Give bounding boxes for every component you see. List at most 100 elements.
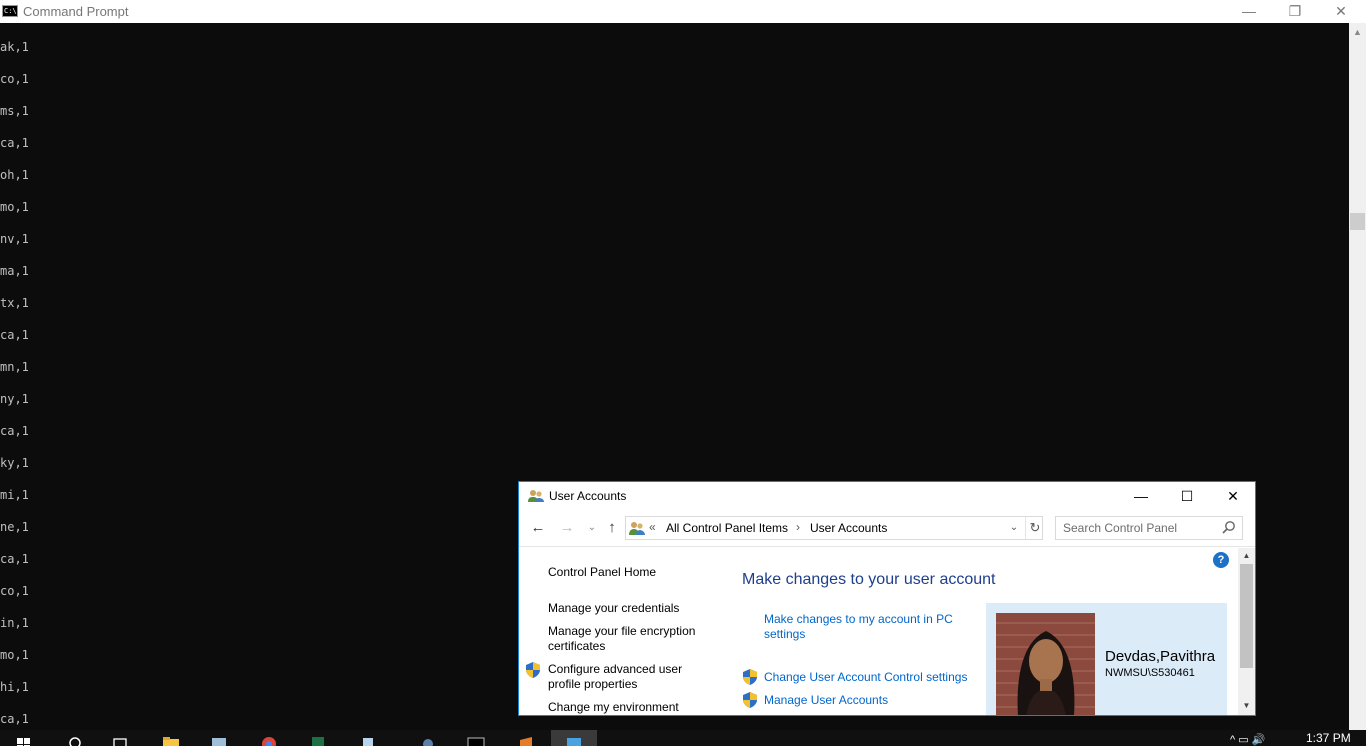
ua-scroll-thumb[interactable]: [1240, 564, 1253, 668]
taskbar: ^ ▭ 🔊 1:37 PM: [0, 730, 1366, 746]
console-output-line: ca,1: [0, 712, 29, 726]
cmd-window-title: Command Prompt: [23, 4, 129, 19]
chrome-icon: [262, 737, 276, 746]
search-icon: [69, 737, 81, 746]
back-arrow-icon[interactable]: ←: [530, 520, 546, 536]
breadcrumb-all-control-panel-items[interactable]: All Control Panel Items: [666, 521, 788, 535]
search-input[interactable]: [1056, 517, 1216, 539]
taskbar-search-button[interactable]: [52, 730, 98, 746]
user-accounts-window[interactable]: User Accounts — ☐ ✕ ← → ⌄ ↑ « All Contro…: [518, 481, 1256, 716]
ua-scroll-down-arrow[interactable]: ▼: [1238, 700, 1255, 712]
ua-window-title: User Accounts: [549, 489, 627, 503]
uac-shield-icon: [743, 692, 757, 708]
console-output-line: mo,1: [0, 200, 29, 214]
manage-user-accounts-link[interactable]: Manage User Accounts: [764, 693, 888, 708]
console-output-line: nv,1: [0, 232, 29, 246]
control-panel-users-icon: [629, 522, 645, 535]
breadcrumb-separator-icon[interactable]: ›: [796, 520, 800, 534]
breadcrumb-user-accounts[interactable]: User Accounts: [810, 521, 887, 535]
cmd-scroll-thumb[interactable]: [1350, 213, 1365, 230]
console-output-line: co,1: [0, 584, 29, 598]
start-button[interactable]: [0, 730, 46, 746]
control-panel-taskbar-button[interactable]: [551, 730, 597, 746]
console-output-line: ca,1: [0, 552, 29, 566]
recent-locations-chevron-icon[interactable]: ⌄: [584, 520, 600, 536]
uac-shield-icon: [526, 662, 540, 678]
system-tray[interactable]: ^ ▭ 🔊: [1230, 733, 1265, 746]
ua-minimize-button[interactable]: —: [1118, 482, 1164, 511]
change-uac-settings-link[interactable]: Change User Account Control settings: [764, 670, 967, 685]
folder-icon: [163, 737, 179, 746]
control-panel-home-link[interactable]: Control Panel Home: [548, 565, 656, 580]
gear-icon: [423, 739, 433, 746]
manage-file-encryption-link[interactable]: Manage your file encryption certificates: [548, 624, 713, 654]
console-output-line: hi,1: [0, 680, 29, 694]
excel-button[interactable]: [295, 730, 341, 746]
console-output-line: ms,1: [0, 104, 29, 118]
notepad-icon: [363, 738, 373, 746]
cmd-titlebar[interactable]: C:\ Command Prompt — ❐ ✕: [0, 0, 1366, 23]
command-prompt-taskbar-button[interactable]: [453, 730, 499, 746]
console-output-line: ky,1: [0, 456, 29, 470]
console-output-line: ca,1: [0, 328, 29, 342]
cmd-close-button[interactable]: ✕: [1318, 0, 1364, 23]
visual-studio-icon: [520, 737, 532, 746]
excel-icon: [312, 737, 324, 746]
manage-credentials-link[interactable]: Manage your credentials: [548, 601, 679, 616]
ua-scroll-up-arrow[interactable]: ▲: [1238, 550, 1255, 562]
address-overflow-chevrons[interactable]: «: [649, 520, 656, 534]
control-panel-icon: [567, 738, 581, 746]
console-output-line: in,1: [0, 616, 29, 630]
console-output-line: co,1: [0, 72, 29, 86]
settings-button[interactable]: [405, 730, 451, 746]
file-explorer-button[interactable]: [148, 730, 194, 746]
console-output-line: ne,1: [0, 520, 29, 534]
console-output-line: ma,1: [0, 264, 29, 278]
notepad-button[interactable]: [345, 730, 391, 746]
task-view-button[interactable]: [97, 730, 143, 746]
refresh-icon[interactable]: ↻: [1025, 517, 1044, 539]
task-view-icon: [113, 738, 127, 746]
uac-shield-icon: [743, 669, 757, 685]
help-icon[interactable]: ?: [1213, 552, 1229, 568]
address-bar[interactable]: « All Control Panel Items › User Account…: [625, 516, 1043, 540]
ua-titlebar[interactable]: User Accounts — ☐ ✕: [519, 482, 1255, 511]
console-output-line: oh,1: [0, 168, 29, 182]
ua-vertical-scrollbar[interactable]: ▲ ▼: [1238, 548, 1255, 715]
console-output-line: ak,1: [0, 40, 29, 54]
configure-advanced-profile-link[interactable]: Configure advanced user profile properti…: [548, 662, 698, 692]
change-my-environment-link[interactable]: Change my environment: [548, 700, 679, 715]
search-box[interactable]: [1055, 516, 1243, 540]
ua-close-button[interactable]: ✕: [1210, 482, 1255, 511]
chrome-button[interactable]: [246, 730, 292, 746]
windows-logo-icon: [17, 738, 30, 746]
account-card: Devdas,Pavithra NWMSU\S530461: [986, 603, 1227, 715]
visual-studio-button[interactable]: [503, 730, 549, 746]
account-name: Devdas,Pavithra: [1105, 648, 1216, 665]
console-output-line: mn,1: [0, 360, 29, 374]
address-dropdown-icon[interactable]: ⌄: [1006, 519, 1022, 537]
change-account-pc-settings-link[interactable]: Make changes to my account in PC setting…: [764, 612, 964, 642]
ua-maximize-button[interactable]: ☐: [1164, 482, 1210, 511]
cmd-app-icon: C:\: [2, 5, 18, 17]
forward-arrow-icon[interactable]: →: [559, 520, 575, 536]
users-icon: [528, 490, 544, 502]
taskbar-clock[interactable]: 1:37 PM: [1306, 731, 1351, 745]
cmd-scrollbar[interactable]: ▲: [1349, 23, 1366, 730]
ua-content-area: Control Panel Home Manage your credentia…: [519, 548, 1238, 715]
network-drive-button[interactable]: [196, 730, 242, 746]
account-domain: NWMSU\S530461: [1105, 667, 1195, 679]
console-output-line: ca,1: [0, 136, 29, 150]
search-icon[interactable]: [1221, 520, 1237, 536]
up-arrow-icon[interactable]: ↑: [604, 520, 620, 536]
console-output-line: mi,1: [0, 488, 29, 502]
command-prompt-icon: [467, 737, 485, 746]
console-output-line: tx,1: [0, 296, 29, 310]
console-output-line: mo,1: [0, 648, 29, 662]
ua-navigation-bar: ← → ⌄ ↑ « All Control Panel Items › User…: [519, 511, 1255, 547]
cmd-restore-button[interactable]: ❐: [1272, 0, 1318, 23]
network-drive-icon: [212, 738, 226, 746]
avatar: [996, 613, 1095, 715]
cmd-scroll-up-arrow[interactable]: ▲: [1349, 25, 1366, 39]
cmd-minimize-button[interactable]: —: [1226, 0, 1272, 23]
